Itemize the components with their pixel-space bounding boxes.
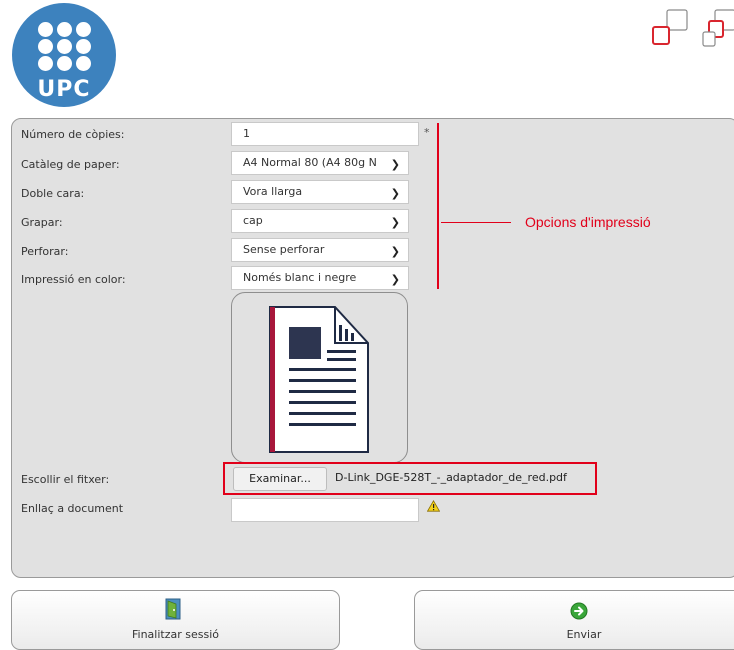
annotation-line [441, 222, 511, 223]
chevron-down-icon: ❯ [390, 273, 400, 286]
paper-select[interactable]: A4 Normal 80 (A4 80g N ❯ [231, 151, 409, 175]
document-link-input[interactable] [231, 498, 419, 522]
logout-label: Finalitzar sessió [131, 628, 219, 641]
selected-filename: D-Link_DGE-528T_-_adaptador_de_red.pdf [335, 471, 567, 484]
warning-icon [427, 500, 440, 512]
upc-logo: UPC [12, 3, 116, 107]
annotation-bracket [437, 123, 439, 289]
color-select[interactable]: Només blanc i negre ❯ [231, 266, 409, 290]
copies-label: Número de còpies: [21, 128, 125, 141]
send-label: Enviar [566, 628, 602, 641]
logo-text: UPC [37, 77, 91, 102]
duplex-label: Doble cara: [21, 187, 85, 200]
document-preview [231, 292, 408, 463]
linked-squares-icon [652, 9, 734, 47]
copies-input[interactable]: 1 [231, 122, 419, 146]
punch-label: Perforar: [21, 245, 69, 258]
chevron-down-icon: ❯ [390, 187, 400, 200]
browse-button[interactable]: Examinar... [233, 467, 327, 491]
staple-label: Grapar: [21, 216, 63, 229]
color-label: Impressió en color: [21, 273, 126, 286]
file-label: Escollir el fitxer: [21, 473, 110, 486]
annotation-label: Opcions d'impressió [525, 214, 651, 230]
paper-label: Catàleg de paper: [21, 158, 120, 171]
chevron-down-icon: ❯ [390, 216, 400, 229]
chevron-down-icon: ❯ [390, 158, 400, 171]
staple-select[interactable]: cap ❯ [231, 209, 409, 233]
green-arrow-icon [570, 602, 588, 620]
send-button[interactable]: Enviar [414, 590, 734, 650]
required-mark: * [424, 126, 430, 139]
door-exit-icon [165, 598, 181, 620]
chevron-down-icon: ❯ [390, 245, 400, 258]
punch-select[interactable]: Sense perforar ❯ [231, 238, 409, 262]
link-label: Enllaç a document [21, 502, 124, 515]
duplex-select[interactable]: Vora llarga ❯ [231, 180, 409, 204]
logout-button[interactable]: Finalitzar sessió [11, 590, 340, 650]
document-icon [269, 306, 369, 453]
